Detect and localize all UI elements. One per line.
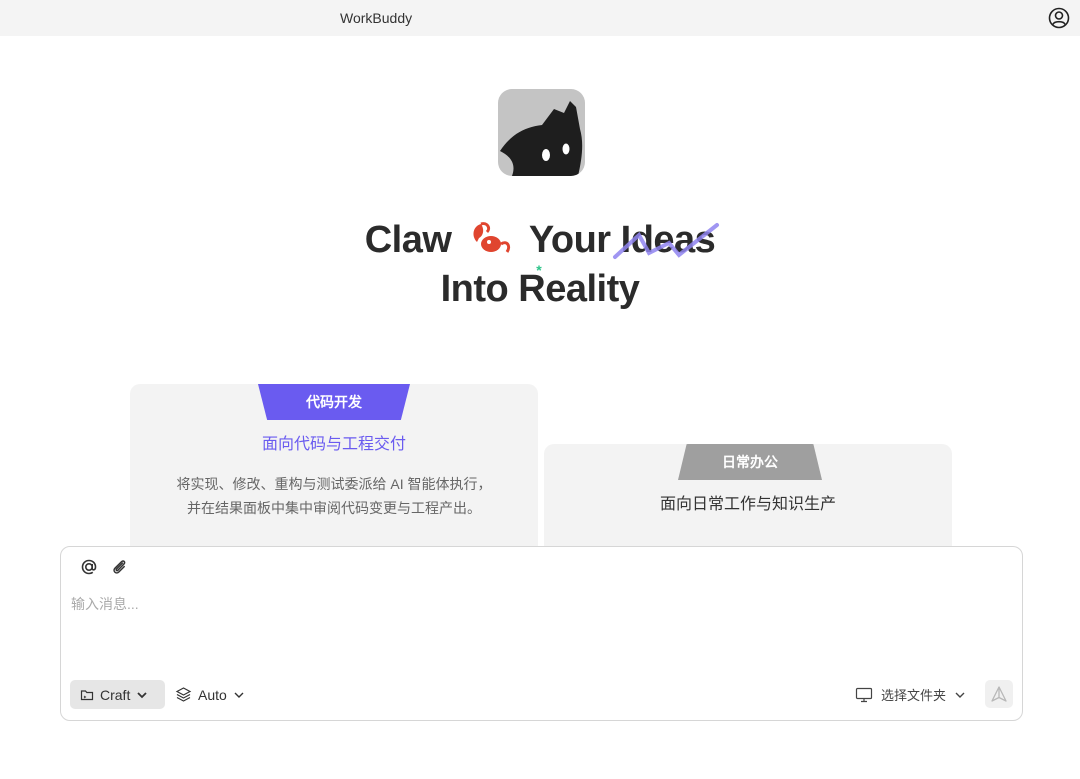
folder-icon: [80, 689, 94, 700]
card-code-title: 面向代码与工程交付: [261, 436, 406, 453]
message-input[interactable]: [71, 591, 971, 617]
hero-word-into: Into: [440, 268, 509, 310]
account-circle-icon[interactable]: [1047, 6, 1071, 30]
message-composer: Craft Auto 选择文件夹: [60, 546, 1023, 721]
send-button[interactable]: [985, 680, 1013, 708]
sparkle-icon: *: [536, 262, 542, 278]
model-select-button[interactable]: Auto: [175, 680, 245, 709]
cat-logo-icon: [500, 101, 583, 176]
select-folder-label: 选择文件夹: [881, 688, 947, 703]
card-code-desc: 将实现、修改、重构与测试委派给 AI 智能体执行， 并在结果面板中集中审阅代码变…: [130, 472, 538, 520]
model-label: Auto: [198, 686, 227, 703]
at-sign-icon[interactable]: [79, 557, 99, 577]
hero-word-ideas: Ideas: [620, 219, 716, 261]
app-logo: [498, 89, 585, 176]
hero-word-eality: eality: [545, 268, 640, 310]
mode-label: Craft: [100, 686, 131, 703]
paperclip-icon[interactable]: [109, 557, 129, 577]
chevron-down-icon: [955, 692, 965, 698]
chevron-down-icon: [234, 692, 244, 698]
layers-icon: [175, 687, 192, 702]
hero-sparkle-wrap: * R: [518, 262, 545, 311]
hero-strike-wrap: Ideas: [612, 219, 719, 262]
card-code-desc-line1: 将实现、修改、重构与测试委派给 AI 智能体执行，: [176, 476, 492, 492]
card-daily-tab: 日常办公: [678, 444, 822, 480]
hero-line-1: Claw Your Ideas: [0, 218, 1080, 262]
card-code-tab: 代码开发: [258, 384, 410, 420]
hero-word-your: Your: [528, 219, 611, 261]
chevron-down-icon: [137, 691, 147, 698]
card-code-dev[interactable]: 代码开发 面向代码与工程交付 将实现、修改、重构与测试委派给 AI 智能体执行，…: [130, 384, 538, 564]
card-code-desc-line2: 并在结果面板中集中审阅代码变更与工程产出。: [187, 500, 481, 516]
lobster-icon: [473, 222, 511, 253]
send-icon: [991, 686, 1007, 702]
card-daily-title: 面向日常工作与知识生产: [659, 496, 836, 513]
monitor-icon: [855, 687, 873, 702]
title-bar: WorkBuddy: [0, 0, 1080, 36]
hero-word-claw: Claw: [364, 219, 452, 261]
select-folder-button[interactable]: 选择文件夹: [855, 680, 966, 709]
mode-select-button[interactable]: Craft: [70, 680, 165, 709]
app-title: WorkBuddy: [340, 10, 413, 26]
hero-line-2: Into * Reality: [0, 262, 1080, 311]
